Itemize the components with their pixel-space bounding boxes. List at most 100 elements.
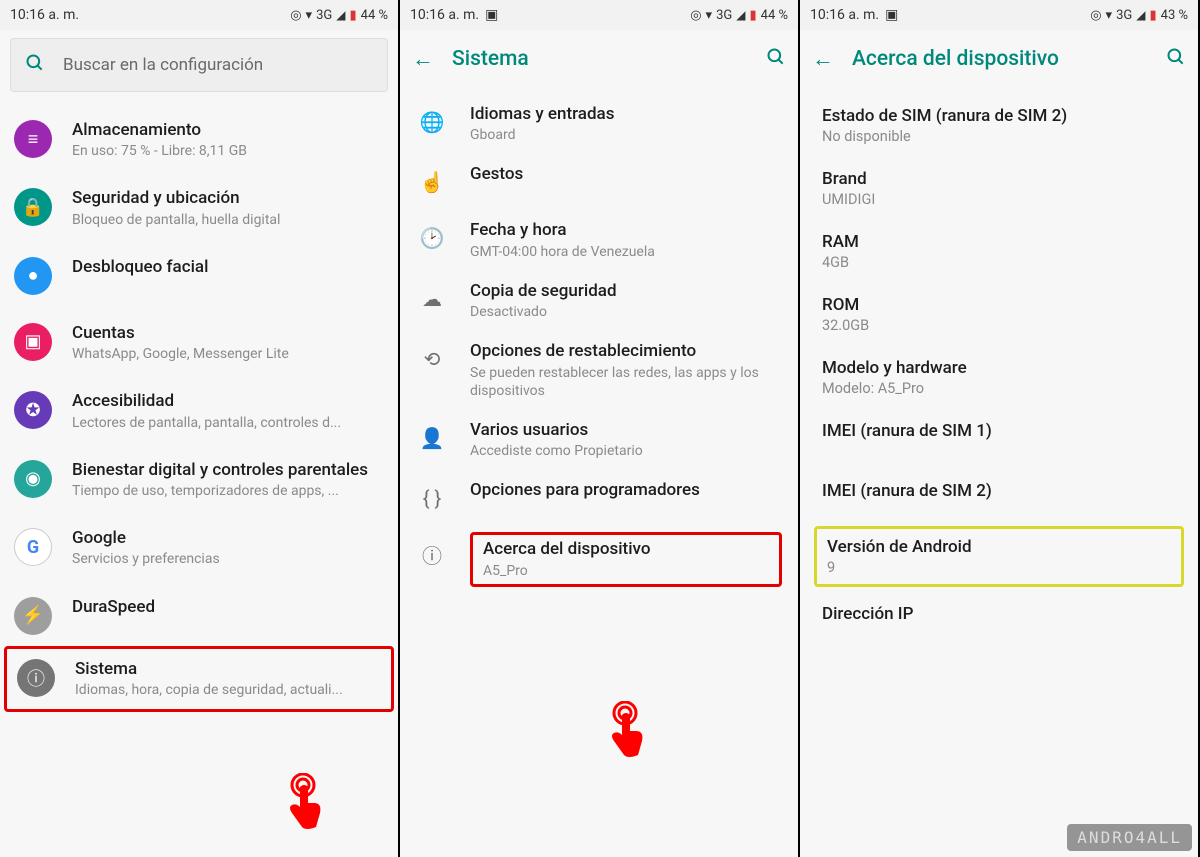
item-sub: En uso: 75 % - Libre: 8,11 GB bbox=[72, 142, 382, 160]
nfc-icon: ◎ bbox=[290, 8, 301, 23]
status-bar: 10:16 a. m. ▣ ◎ ▾ 3G ◢ ▮ 44 % bbox=[400, 0, 798, 30]
item-sub: WhatsApp, Google, Messenger Lite bbox=[72, 345, 382, 363]
info-icon: ⓘ bbox=[17, 659, 55, 697]
storage-icon: ≡ bbox=[14, 120, 52, 158]
item-sub: 4GB bbox=[822, 254, 1176, 271]
back-button[interactable]: ← bbox=[812, 46, 834, 72]
item-sub: GMT-04:00 hora de Venezuela bbox=[470, 243, 782, 261]
cloud-icon: ☁ bbox=[414, 281, 450, 317]
nfc-icon: ◎ bbox=[690, 8, 701, 23]
item-sub: No disponible bbox=[822, 128, 1176, 145]
item-title: Fecha y hora bbox=[470, 220, 782, 241]
item-title: Copia de seguridad bbox=[470, 281, 782, 302]
status-bar: 10:16 a. m. ▣ ◎ ▾ 3G ◢ ▮ 43 % bbox=[800, 0, 1198, 30]
accounts-icon: ▣ bbox=[14, 323, 52, 361]
tap-hand-icon bbox=[600, 701, 650, 761]
item-sub: Bloqueo de pantalla, huella digital bbox=[72, 211, 382, 229]
item-title: RAM bbox=[822, 232, 1176, 252]
system-item-gestures[interactable]: ☝ Gestos bbox=[400, 154, 798, 210]
item-title: Sistema bbox=[75, 659, 379, 680]
wellbeing-icon: ◉ bbox=[14, 460, 52, 498]
status-bar: 10:16 a. m. ◎ ▾ 3G ◢ ▮ 44 % bbox=[0, 0, 398, 30]
system-item-developer[interactable]: { } Opciones para programadores bbox=[400, 470, 798, 526]
about-android-version[interactable]: Versión de Android 9 bbox=[814, 526, 1184, 587]
settings-item-security[interactable]: 🔒 Seguridad y ubicación Bloqueo de panta… bbox=[0, 174, 398, 242]
item-title: Opciones para programadores bbox=[470, 480, 782, 501]
about-imei1[interactable]: IMEI (ranura de SIM 1) bbox=[800, 409, 1198, 469]
settings-item-accounts[interactable]: ▣ Cuentas WhatsApp, Google, Messenger Li… bbox=[0, 309, 398, 377]
settings-item-storage[interactable]: ≡ Almacenamiento En uso: 75 % - Libre: 8… bbox=[0, 106, 398, 174]
settings-item-duraspeed[interactable]: ⚡ DuraSpeed bbox=[0, 583, 398, 649]
system-item-reset[interactable]: ⟲ Opciones de restablecimiento Se pueden… bbox=[400, 331, 798, 410]
google-icon: G bbox=[14, 528, 52, 566]
item-sub: 9 bbox=[827, 559, 1171, 576]
item-sub: Idiomas, hora, copia de seguridad, actua… bbox=[75, 681, 379, 699]
nfc-icon: ◎ bbox=[1090, 8, 1101, 23]
item-sub: Se pueden restablecer las redes, las app… bbox=[470, 364, 782, 400]
settings-item-faceunlock[interactable]: ● Desbloqueo facial bbox=[0, 243, 398, 309]
settings-item-google[interactable]: G Google Servicios y preferencias bbox=[0, 514, 398, 582]
item-title: Bienestar digital y controles parentales bbox=[72, 460, 382, 481]
page-title: Sistema bbox=[452, 47, 748, 71]
clock-icon: 🕑 bbox=[414, 220, 450, 256]
network-label: 3G bbox=[716, 8, 732, 23]
settings-item-accessibility[interactable]: ✪ Accesibilidad Lectores de pantalla, pa… bbox=[0, 377, 398, 445]
phone-screen-1: 10:16 a. m. ◎ ▾ 3G ◢ ▮ 44 % Buscar en la… bbox=[0, 0, 400, 857]
phone-screen-3: 10:16 a. m. ▣ ◎ ▾ 3G ◢ ▮ 43 % ← Acerca d… bbox=[800, 0, 1200, 857]
system-item-datetime[interactable]: 🕑 Fecha y hora GMT-04:00 hora de Venezue… bbox=[400, 210, 798, 270]
about-imei2[interactable]: IMEI (ranura de SIM 2) bbox=[800, 469, 1198, 529]
about-brand[interactable]: Brand UMIDIGI bbox=[800, 157, 1198, 220]
battery-percent: 44 % bbox=[361, 8, 388, 23]
item-title: IMEI (ranura de SIM 1) bbox=[822, 421, 1176, 441]
item-title: Google bbox=[72, 528, 382, 549]
tap-hand-icon bbox=[278, 773, 328, 833]
battery-icon: ▮ bbox=[1149, 8, 1156, 23]
item-sub: Gboard bbox=[470, 126, 782, 144]
system-item-about[interactable]: ⓘ Acerca del dispositivo A5_Pro bbox=[400, 526, 798, 592]
item-sub: Lectores de pantalla, pantalla, controle… bbox=[72, 414, 382, 432]
item-title: Modelo y hardware bbox=[822, 358, 1176, 378]
item-title: Cuentas bbox=[72, 323, 382, 344]
item-title: Gestos bbox=[470, 164, 782, 185]
search-button[interactable] bbox=[766, 47, 786, 72]
item-title: Idiomas y entradas bbox=[470, 104, 782, 125]
system-list: 🌐 Idiomas y entradas Gboard ☝ Gestos 🕑 F… bbox=[400, 88, 798, 857]
settings-item-wellbeing[interactable]: ◉ Bienestar digital y controles parental… bbox=[0, 446, 398, 514]
system-item-users[interactable]: 👤 Varios usuarios Accediste como Propiet… bbox=[400, 410, 798, 470]
braces-icon: { } bbox=[414, 480, 450, 516]
signal-icon: ◢ bbox=[1136, 8, 1145, 22]
battery-percent: 44 % bbox=[761, 8, 788, 23]
wifi-icon: ▾ bbox=[706, 8, 713, 23]
item-sub: A5_Pro bbox=[483, 562, 771, 580]
item-title: Brand bbox=[822, 169, 1176, 189]
reset-icon: ⟲ bbox=[414, 341, 450, 377]
about-rom[interactable]: ROM 32.0GB bbox=[800, 283, 1198, 346]
about-ip[interactable]: Dirección IP bbox=[800, 592, 1198, 636]
signal-icon: ◢ bbox=[736, 8, 745, 22]
settings-search[interactable]: Buscar en la configuración bbox=[10, 38, 388, 92]
user-icon: 👤 bbox=[414, 420, 450, 456]
item-sub: Accediste como Propietario bbox=[470, 442, 782, 460]
duraspeed-icon: ⚡ bbox=[14, 597, 52, 635]
signal-icon: ◢ bbox=[336, 8, 345, 22]
app-header: ← Acerca del dispositivo bbox=[800, 30, 1198, 88]
system-item-backup[interactable]: ☁ Copia de seguridad Desactivado bbox=[400, 271, 798, 331]
settings-item-system[interactable]: ⓘ Sistema Idiomas, hora, copia de seguri… bbox=[4, 646, 394, 712]
wifi-icon: ▾ bbox=[306, 8, 313, 23]
search-button[interactable] bbox=[1166, 47, 1186, 72]
item-title: DuraSpeed bbox=[72, 597, 382, 618]
item-sub: Servicios y preferencias bbox=[72, 550, 382, 568]
about-sim2[interactable]: Estado de SIM (ranura de SIM 2) No dispo… bbox=[800, 94, 1198, 157]
item-sub: Desactivado bbox=[470, 303, 782, 321]
system-item-languages[interactable]: 🌐 Idiomas y entradas Gboard bbox=[400, 94, 798, 154]
accessibility-icon: ✪ bbox=[14, 391, 52, 429]
battery-icon: ▮ bbox=[749, 8, 756, 23]
screenshot-icon: ▣ bbox=[485, 7, 498, 23]
back-button[interactable]: ← bbox=[412, 46, 434, 72]
screenshot-icon: ▣ bbox=[885, 7, 898, 23]
phone-screen-2: 10:16 a. m. ▣ ◎ ▾ 3G ◢ ▮ 44 % ← Sistema … bbox=[400, 0, 800, 857]
network-label: 3G bbox=[1116, 8, 1132, 23]
about-model[interactable]: Modelo y hardware Modelo: A5_Pro bbox=[800, 346, 1198, 409]
status-time: 10:16 a. m. bbox=[410, 7, 479, 23]
about-ram[interactable]: RAM 4GB bbox=[800, 220, 1198, 283]
